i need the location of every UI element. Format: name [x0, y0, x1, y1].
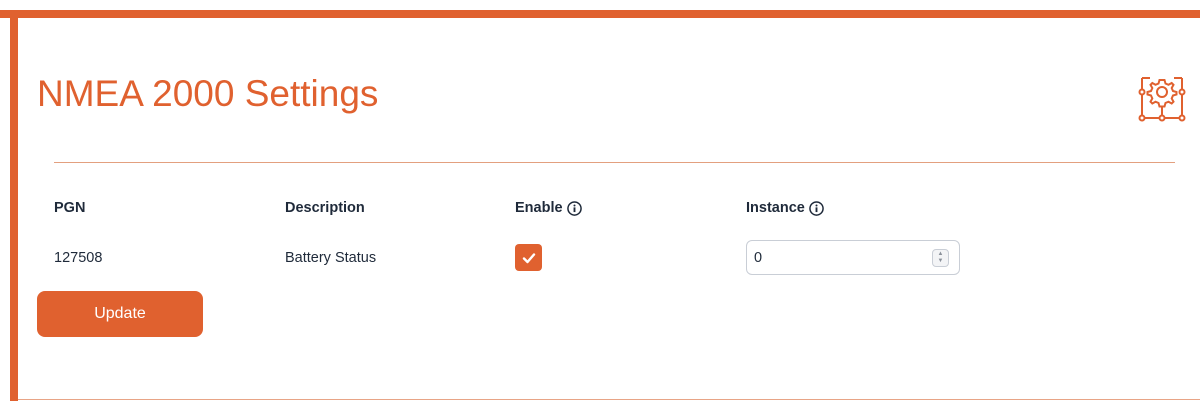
- instance-stepper[interactable]: ▲ ▼: [932, 249, 949, 267]
- update-button[interactable]: Update: [37, 291, 203, 337]
- column-header-enable: Enable: [515, 200, 582, 216]
- page-title: NMEA 2000 Settings: [37, 73, 379, 114]
- instance-input[interactable]: 0 ▲ ▼: [746, 240, 960, 275]
- chevron-up-icon[interactable]: ▲: [938, 251, 944, 258]
- column-header-description: Description: [285, 200, 365, 216]
- chevron-down-icon[interactable]: ▼: [938, 258, 944, 265]
- header-divider: [54, 162, 1175, 163]
- table-cell-description: Battery Status: [285, 250, 377, 266]
- enable-checkbox[interactable]: [515, 244, 542, 271]
- table-cell-pgn: 127508: [54, 250, 103, 266]
- check-icon: [522, 252, 535, 263]
- info-icon[interactable]: [566, 200, 582, 216]
- left-accent-bar: [10, 10, 18, 401]
- info-icon[interactable]: [809, 200, 824, 216]
- top-accent-bar: [0, 10, 1200, 18]
- gear-network-icon: [1138, 77, 1186, 122]
- bottom-border: [18, 399, 1200, 400]
- column-header-instance: Instance: [746, 200, 824, 216]
- instance-value: 0: [754, 249, 763, 266]
- column-header-pgn: PGN: [54, 200, 86, 216]
